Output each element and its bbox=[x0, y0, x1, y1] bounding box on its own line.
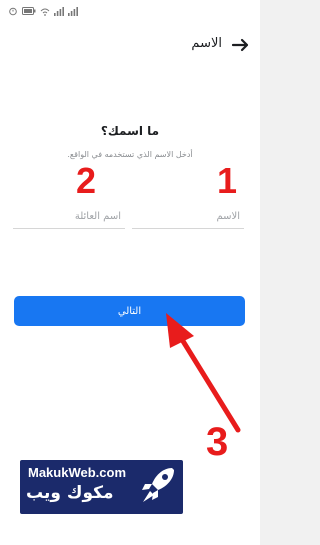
signal-icon-2 bbox=[68, 6, 78, 16]
status-bar bbox=[0, 0, 260, 26]
rocket-icon bbox=[142, 468, 174, 502]
alarm-icon bbox=[9, 7, 17, 16]
makukweb-logo: MakukWeb.com مكوك ويب bbox=[20, 460, 183, 514]
arrow-back-icon[interactable] bbox=[230, 35, 250, 55]
signal-icon bbox=[54, 6, 64, 16]
instruction-text: أدخل الاسم الذي تستخدمه في الواقع. bbox=[67, 150, 193, 159]
logo-arabic-text: مكوك ويب bbox=[26, 483, 114, 503]
top-bar: الاسم bbox=[0, 26, 260, 65]
next-button[interactable]: التالي bbox=[14, 296, 245, 326]
annotation-number-3: 3 bbox=[206, 420, 229, 464]
page-title: الاسم bbox=[191, 36, 222, 51]
last-name-field bbox=[13, 194, 125, 229]
status-icons bbox=[8, 6, 78, 16]
name-form-card: ما اسمك؟ أدخل الاسم الذي تستخدمه في الوا… bbox=[0, 64, 260, 545]
battery-icon bbox=[22, 7, 36, 15]
wifi-icon bbox=[40, 8, 50, 16]
annotation-number-1: 1 bbox=[217, 160, 238, 201]
annotation-number-2: 2 bbox=[76, 160, 97, 201]
last-name-input[interactable] bbox=[13, 194, 125, 228]
question-heading: ما اسمك؟ bbox=[100, 124, 160, 138]
logo-english-text: MakukWeb.com bbox=[28, 465, 127, 480]
